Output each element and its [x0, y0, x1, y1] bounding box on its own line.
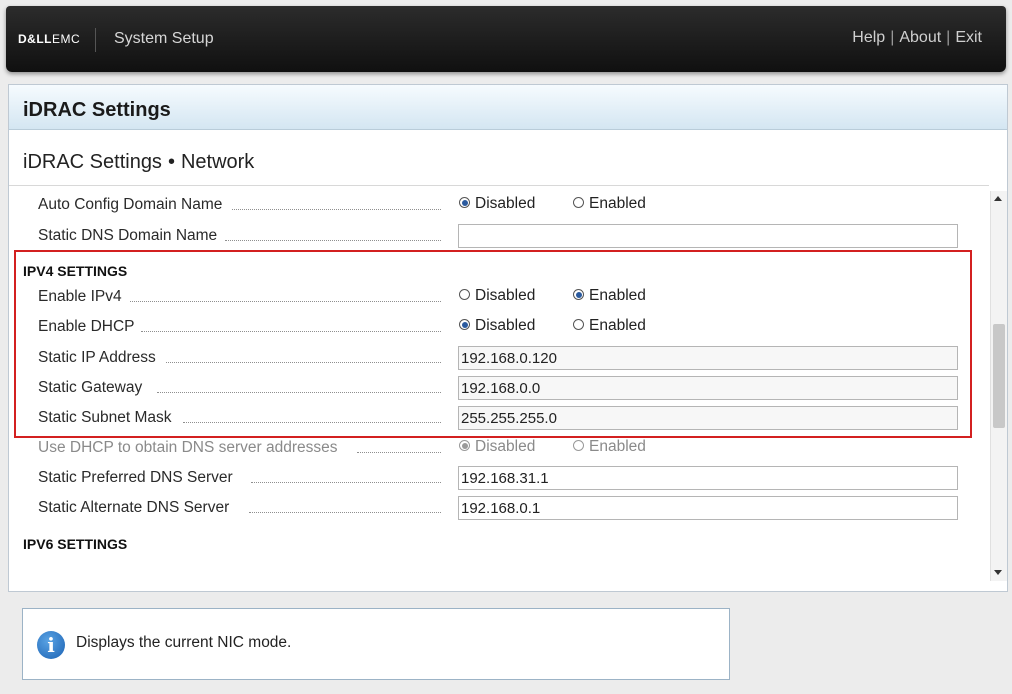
- alternate-dns-input[interactable]: [458, 496, 958, 520]
- field-label: Static Alternate DNS Server: [38, 499, 230, 516]
- radio-disabled[interactable]: Disabled: [459, 195, 535, 213]
- radio-enabled: Enabled: [573, 438, 646, 456]
- section-divider: [9, 185, 989, 186]
- link-separator: |: [890, 29, 895, 46]
- row-preferred-dns: Static Preferred DNS Server: [9, 464, 969, 494]
- breadcrumb-item: Network: [180, 151, 255, 173]
- top-links: Help | About | Exit: [852, 29, 982, 47]
- link-separator: |: [946, 29, 951, 46]
- dotted-leader: [251, 482, 441, 483]
- field-label: Auto Config Domain Name: [38, 196, 223, 213]
- help-text: Displays the current NIC mode.: [76, 634, 292, 651]
- page-title: iDRAC Settings: [23, 99, 171, 121]
- help-link[interactable]: Help: [852, 29, 885, 46]
- radio-enabled[interactable]: Enabled: [573, 195, 646, 213]
- field-label: Static DNS Domain Name: [38, 227, 218, 244]
- scrollbar[interactable]: [990, 191, 1007, 581]
- ipv4-highlight-box: [14, 250, 972, 438]
- scroll-thumb[interactable]: [993, 324, 1005, 428]
- radio-checked-icon: [459, 197, 470, 208]
- scroll-up-icon[interactable]: [994, 196, 1002, 201]
- field-label: Use DHCP to obtain DNS server addresses: [38, 439, 338, 456]
- brand-divider: [95, 28, 96, 52]
- dotted-leader: [249, 512, 441, 513]
- breadcrumb: iDRAC Settings • Network: [23, 151, 254, 174]
- radio-unchecked-icon: [573, 440, 584, 451]
- row-dhcp-dns: Use DHCP to obtain DNS server addresses …: [9, 434, 969, 464]
- row-auto-config-domain: Auto Config Domain Name Disabled Enabled: [9, 191, 969, 221]
- row-alternate-dns: Static Alternate DNS Server: [9, 494, 969, 524]
- top-bar: D&LLEMC System Setup Help | About | Exit: [6, 6, 1006, 72]
- breadcrumb-separator: •: [167, 151, 175, 173]
- radio-disabled: Disabled: [459, 438, 535, 456]
- row-static-dns-domain: Static DNS Domain Name: [9, 222, 969, 252]
- dotted-leader: [357, 452, 441, 453]
- settings-panel: iDRAC Settings iDRAC Settings • Network Au…: [8, 84, 1008, 592]
- radio-unchecked-icon: [573, 197, 584, 208]
- dotted-leader: [232, 209, 441, 210]
- app-title: System Setup: [114, 30, 214, 47]
- help-info-box: i Displays the current NIC mode.: [22, 608, 730, 680]
- field-label: Static Preferred DNS Server: [38, 469, 233, 486]
- dell-emc-logo: D&LLEMC: [18, 32, 81, 46]
- static-dns-domain-input[interactable]: [458, 224, 958, 248]
- about-link[interactable]: About: [899, 29, 941, 46]
- radio-checked-icon: [459, 440, 470, 451]
- info-icon: i: [37, 631, 65, 659]
- preferred-dns-input[interactable]: [458, 466, 958, 490]
- breadcrumb-item: iDRAC Settings: [23, 151, 162, 173]
- ipv6-section-heading: IPV6 SETTINGS: [23, 536, 128, 552]
- exit-link[interactable]: Exit: [955, 29, 982, 46]
- dotted-leader: [225, 240, 441, 241]
- scroll-down-icon[interactable]: [994, 570, 1002, 575]
